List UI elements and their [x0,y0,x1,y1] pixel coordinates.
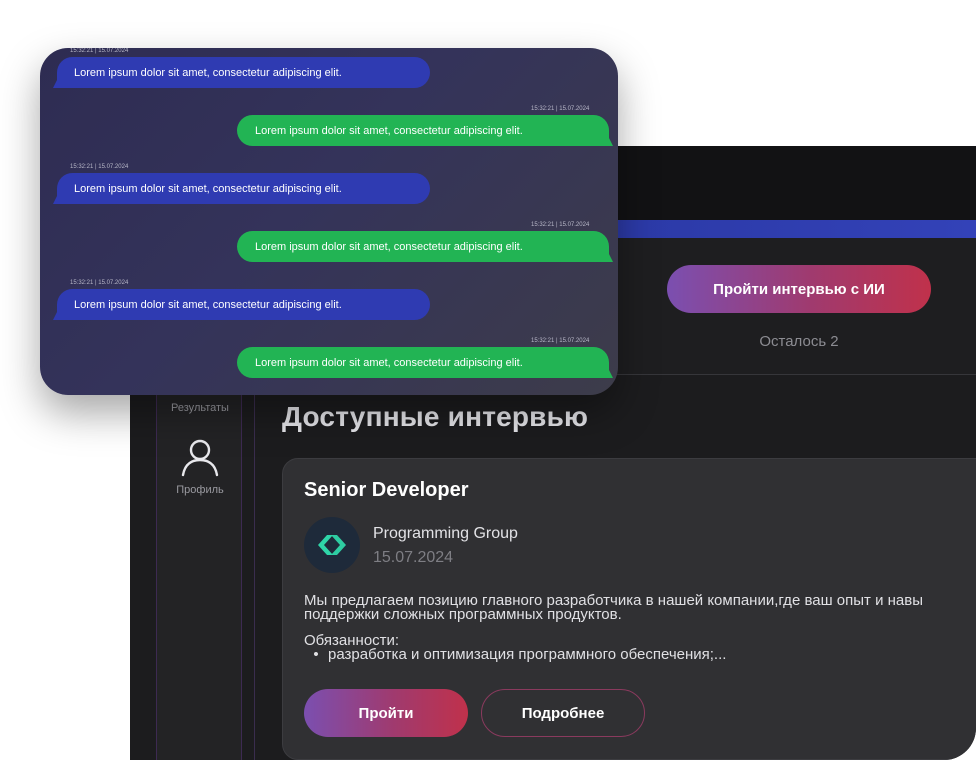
ai-interview-button[interactable]: Пройти интервью с ИИ [667,265,931,313]
description-line-2: поддержки сложных программных продуктов. [304,606,622,622]
sidebar-item-profile[interactable]: Профиль [157,484,243,496]
message-bubble: Lorem ipsum dolor sit amet, consectetur … [57,173,430,204]
pass-interview-button[interactable]: Пройти [304,689,468,737]
duties-item-text: разработка и оптимизация программного об… [328,646,727,663]
chat-preview-card: 15:32:21 | 15.07.2024 Lorem ipsum dolor … [40,48,618,395]
job-title: Senior Developer [304,479,469,501]
message-bubble: Lorem ipsum dolor sit amet, consectetur … [237,115,609,146]
company-name: Programming Group [373,525,518,542]
remaining-count: Осталось 2 [759,333,839,350]
message-timestamp: 15:32:21 | 15.07.2024 [531,222,590,228]
message-timestamp: 15:32:21 | 15.07.2024 [70,280,129,286]
sidebar-item-results[interactable]: Результаты [157,402,243,414]
code-brackets-icon [304,517,360,573]
posting-date: 15.07.2024 [373,549,454,566]
message-timestamp: 15:32:21 | 15.07.2024 [70,164,129,170]
message-bubble: Lorem ipsum dolor sit amet, consectetur … [237,231,609,262]
user-icon[interactable] [179,436,221,478]
duties-list-item: • разработка и оптимизация программного о… [304,646,727,663]
details-button[interactable]: Подробнее [481,689,645,737]
job-description: Мы предлагаем позицию главного разработч… [304,594,976,622]
message-timestamp: 15:32:21 | 15.07.2024 [70,48,129,54]
message-bubble: Lorem ipsum dolor sit amet, consectetur … [57,289,430,320]
interview-card[interactable]: Senior Developer Programming Group 15.07… [282,458,976,760]
section-title: Доступные интервью [282,401,589,432]
message-bubble: Lorem ipsum dolor sit amet, consectetur … [57,57,430,88]
message-timestamp: 15:32:21 | 15.07.2024 [531,338,590,344]
bullet-icon: • [313,646,319,663]
message-timestamp: 15:32:21 | 15.07.2024 [531,106,590,112]
message-bubble: Lorem ipsum dolor sit amet, consectetur … [237,347,609,378]
